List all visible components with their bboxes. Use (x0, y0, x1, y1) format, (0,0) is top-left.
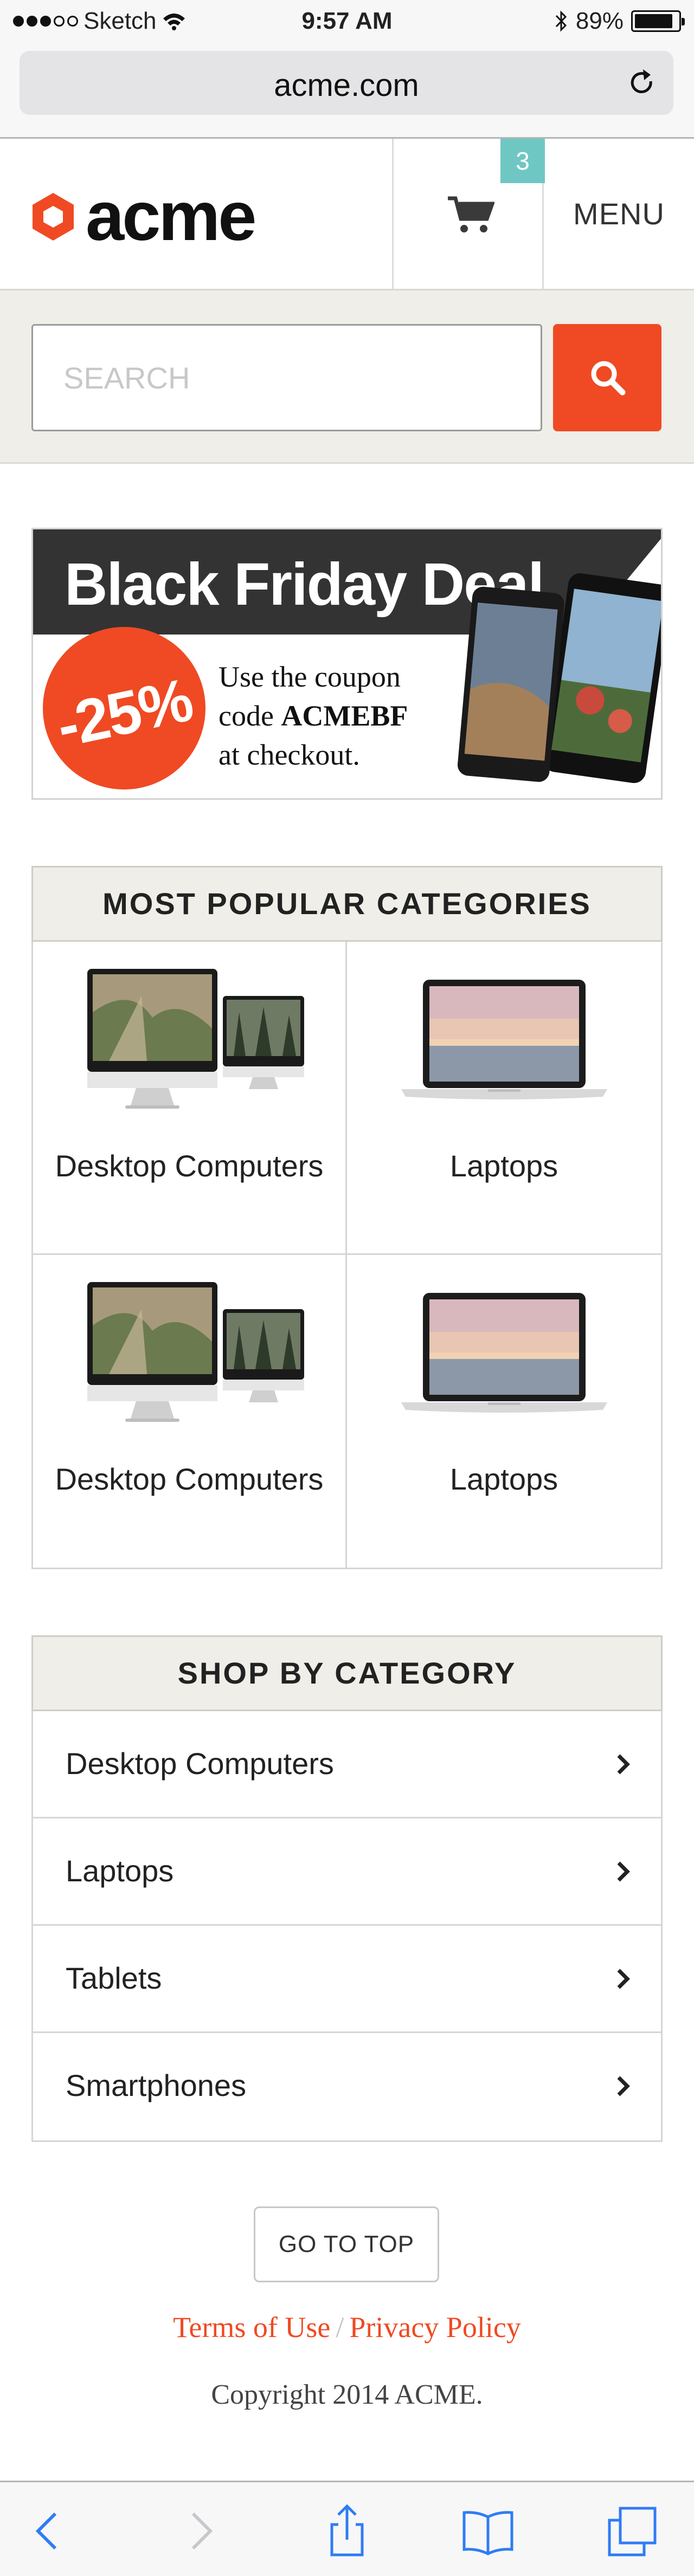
coupon-text: Use the coupon code ACMEBF at checkout. (219, 657, 408, 774)
coupon-line-2: code ACMEBF (219, 700, 408, 732)
privacy-policy-link[interactable]: Privacy Policy (349, 2311, 520, 2344)
category-tile-desktop-computers[interactable]: Desktop Computers (33, 1255, 347, 1568)
list-item-label: Laptops (66, 1854, 174, 1888)
desktop-computers-image (87, 969, 304, 1109)
site-logo[interactable]: acme (30, 178, 256, 255)
logo-hexagon-icon (33, 193, 74, 241)
battery-level (635, 14, 673, 28)
popular-categories-heading: MOST POPULAR CATEGORIES (31, 866, 663, 942)
site-header: acme 3 MENU (0, 139, 694, 290)
menu-button[interactable]: MENU (544, 139, 694, 289)
discount-text: -25% (50, 665, 198, 760)
search-icon (591, 361, 626, 396)
back-icon[interactable] (22, 2504, 76, 2558)
bluetooth-icon (555, 10, 567, 32)
category-tile-laptops[interactable]: Laptops (347, 1255, 661, 1568)
category-tile-laptops[interactable]: Laptops (347, 942, 661, 1255)
shop-category-smartphones[interactable]: Smartphones (33, 2033, 661, 2140)
smartphones-image (458, 573, 661, 784)
chevron-right-icon (617, 2076, 630, 2096)
reload-icon[interactable] (627, 68, 657, 99)
browser-toolbar (0, 2481, 694, 2576)
shop-category-laptops[interactable]: Laptops (33, 1818, 661, 1926)
search-input[interactable] (31, 324, 542, 431)
cart-button[interactable]: 3 (392, 139, 545, 289)
discount-badge: -25% (43, 627, 205, 789)
cart-icon (448, 196, 494, 232)
list-item-label: Tablets (66, 1961, 162, 1995)
copyright-text: Copyright 2014 ACME. (211, 2379, 483, 2410)
chevron-right-icon (617, 1754, 630, 1775)
coupon-code: ACMEBF (281, 700, 408, 732)
cart-count-badge: 3 (500, 139, 545, 183)
status-bar: Sketch 9:57 AM 89% (0, 0, 694, 46)
footer-links: Terms of Use / Privacy Policy (0, 2310, 694, 2344)
go-to-top-button[interactable]: GO TO TOP (254, 2206, 439, 2282)
popular-categories-grid: Desktop Computers Laptops Desktop Comput… (31, 942, 663, 1569)
search-section (0, 290, 694, 464)
shop-category-tablets[interactable]: Tablets (33, 1926, 661, 2033)
coupon-line-1: Use the coupon (219, 661, 401, 693)
category-tile-label: Laptops (449, 1462, 558, 1496)
list-item-label: Desktop Computers (66, 1746, 334, 1781)
shop-category-desktop-computers[interactable]: Desktop Computers (33, 1711, 661, 1818)
terms-of-use-link[interactable]: Terms of Use (173, 2311, 330, 2344)
chevron-right-icon (617, 1861, 630, 1882)
category-tile-label: Desktop Computers (55, 1149, 324, 1183)
url-text[interactable]: acme.com (20, 67, 673, 103)
tabs-icon[interactable] (605, 2504, 659, 2558)
laptop-image (401, 1293, 607, 1413)
desktop-computers-image (87, 1282, 304, 1422)
browser-address-area: acme.com (0, 46, 694, 139)
category-tile-desktop-computers[interactable]: Desktop Computers (33, 942, 347, 1255)
shop-category-list: Desktop Computers Laptops Tablets Smartp… (31, 1711, 663, 2142)
link-separator: / (336, 2311, 344, 2344)
search-button[interactable] (553, 324, 661, 431)
battery-percent: 89% (575, 8, 624, 34)
coupon-line-3: at checkout. (219, 739, 360, 771)
chevron-right-icon (617, 1969, 630, 1989)
forward-icon[interactable] (172, 2504, 227, 2558)
list-item-label: Smartphones (66, 2068, 247, 2102)
share-icon[interactable] (320, 2504, 374, 2558)
bookmarks-icon[interactable] (461, 2504, 515, 2558)
promo-banner[interactable]: Black Friday Deal -25% Use the coupon co… (31, 528, 663, 800)
battery-icon (631, 10, 685, 32)
shop-by-category-heading: SHOP BY CATEGORY (31, 1635, 663, 1711)
category-tile-label: Laptops (449, 1149, 558, 1183)
category-tile-label: Desktop Computers (55, 1462, 324, 1496)
laptop-image (401, 980, 607, 1099)
logo-wordmark: acme (86, 178, 256, 255)
address-bar[interactable]: acme.com (20, 51, 673, 115)
